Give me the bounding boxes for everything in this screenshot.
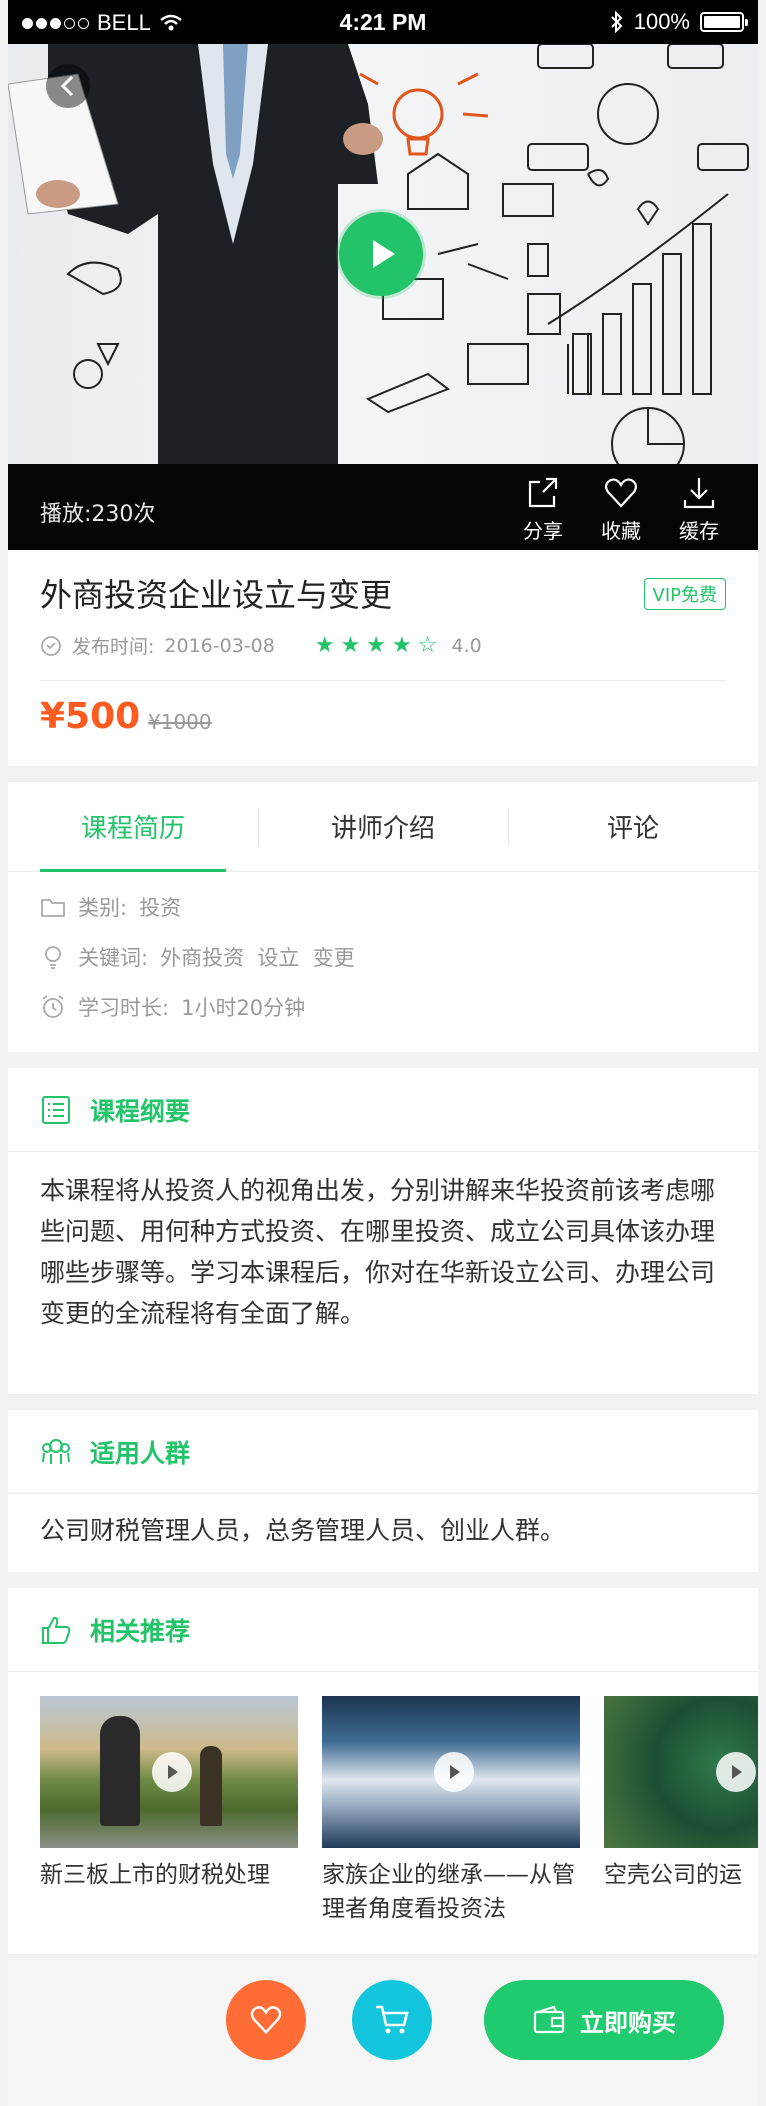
category-label: 类别: xyxy=(78,896,128,920)
video-info-bar: 播放:230次 分享 收藏 缓存 xyxy=(8,464,758,550)
recommend-section: 相关推荐 新三板上市的财税处理 家族企业的继承——从管理者角度看投资法 空壳公司… xyxy=(8,1588,758,1954)
play-icon xyxy=(716,1752,756,1792)
original-price: ¥1000 xyxy=(148,710,212,734)
recommend-item-title: 新三板上市的财税处理 xyxy=(40,1862,270,1888)
wallet-icon xyxy=(533,2005,565,2034)
course-detail-page: BELL 4:21 PM 100% 播放:230次 分享 收藏 缓存 外商投资企… xyxy=(8,0,758,2106)
heart-icon xyxy=(604,478,638,508)
star-icon: ★ xyxy=(392,632,412,658)
status-bar: BELL 4:21 PM 100% xyxy=(8,0,758,44)
recommend-header: 相关推荐 xyxy=(8,1588,758,1672)
outline-title: 课程纲要 xyxy=(90,1096,191,1126)
divider xyxy=(40,680,726,681)
recommend-item[interactable]: 家族企业的继承——从管理者角度看投资法 xyxy=(322,1696,580,1926)
cart-icon xyxy=(376,2005,409,2034)
duration-value: 1小时20分钟 xyxy=(181,996,306,1020)
recommend-item[interactable]: 空壳公司的运 xyxy=(604,1696,758,1926)
star-icon: ★ xyxy=(366,632,387,658)
battery-percent: 100% xyxy=(633,9,690,34)
bottom-action-bar: 立即购买 xyxy=(8,1958,758,2106)
bluetooth-icon xyxy=(611,11,623,33)
favorite-label: 收藏 xyxy=(601,519,641,543)
battery-icon xyxy=(700,12,748,32)
share-label: 分享 xyxy=(523,519,563,543)
audience-header: 适用人群 xyxy=(8,1410,758,1494)
audience-text: 公司财税管理人员，总务管理人员、创业人群。 xyxy=(40,1516,566,1545)
list-icon xyxy=(42,1095,70,1124)
share-button[interactable]: 分享 xyxy=(504,472,582,544)
share-icon xyxy=(528,477,558,508)
cart-button[interactable] xyxy=(352,1980,432,2060)
audience-title: 适用人群 xyxy=(90,1438,191,1468)
keywords-value: 外商投资 设立 变更 xyxy=(160,946,355,970)
people-icon xyxy=(42,1438,70,1464)
play-icon xyxy=(152,1752,192,1792)
video-player[interactable] xyxy=(8,44,758,464)
lightbulb-icon xyxy=(45,946,61,969)
folder-icon xyxy=(41,899,65,917)
alarm-clock-icon xyxy=(42,995,64,1018)
keywords-label: 关键词: xyxy=(78,946,149,970)
tab-comments[interactable]: 评论 xyxy=(508,782,758,871)
tab-course-intro[interactable]: 课程简历 xyxy=(8,782,258,872)
recommend-title: 相关推荐 xyxy=(90,1616,191,1646)
info-keywords: 关键词: 外商投资 设立 变更 xyxy=(40,942,355,972)
tab-divider xyxy=(508,808,509,846)
play-icon xyxy=(434,1752,474,1792)
recommend-thumbnail xyxy=(604,1696,758,1848)
publish-date: 2016-03-08 xyxy=(164,634,275,657)
download-icon xyxy=(683,478,715,509)
recommend-list: 新三板上市的财税处理 家族企业的继承——从管理者角度看投资法 空壳公司的运 xyxy=(40,1696,758,1926)
recommend-item[interactable]: 新三板上市的财税处理 xyxy=(40,1696,298,1926)
publish-label: 发布时间: xyxy=(72,636,155,658)
download-button[interactable]: 缓存 xyxy=(660,472,738,544)
favorite-fab-button[interactable] xyxy=(226,1980,306,2060)
download-label: 缓存 xyxy=(679,519,719,543)
course-tabs-panel: 课程简历 讲师介绍 评论 类别: 投资 关键词: 外商投资 设立 变更 学习时长… xyxy=(8,782,758,1052)
tab-divider xyxy=(258,808,259,846)
star-icon: ★ xyxy=(340,632,361,658)
course-title: 外商投资企业设立与变更 xyxy=(40,576,393,614)
recommend-item-title: 家族企业的继承——从管理者角度看投资法 xyxy=(322,1862,575,1922)
tab-teacher[interactable]: 讲师介绍 xyxy=(258,782,508,871)
recommend-thumbnail xyxy=(40,1696,298,1848)
back-button[interactable] xyxy=(46,64,90,108)
status-right: 100% xyxy=(610,9,748,35)
play-count: 播放:230次 xyxy=(40,502,156,527)
duration-label: 学习时长: xyxy=(78,996,170,1020)
course-summary: 外商投资企业设立与变更 VIP免费 发布时间: 2016-03-08 ★ ★ ★… xyxy=(8,550,758,766)
chevron-left-icon xyxy=(60,75,74,97)
video-actions: 分享 收藏 缓存 xyxy=(504,472,738,544)
buy-now-button[interactable]: 立即购买 xyxy=(484,1980,724,2060)
course-meta: 发布时间: 2016-03-08 ★ ★ ★ ★ ☆ 4.0 xyxy=(40,632,482,659)
outline-header: 课程纲要 xyxy=(8,1068,758,1152)
favorite-button[interactable]: 收藏 xyxy=(582,472,660,544)
info-category: 类别: 投资 xyxy=(40,892,181,922)
play-button[interactable] xyxy=(339,212,423,296)
info-duration: 学习时长: 1小时20分钟 xyxy=(40,992,305,1022)
clock-icon xyxy=(41,635,61,656)
rating-value: 4.0 xyxy=(451,634,482,657)
play-icon xyxy=(373,240,395,268)
rating-stars: ★ ★ ★ ★ ☆ 4.0 xyxy=(314,632,482,658)
price: ¥500 xyxy=(40,696,141,737)
star-icon: ★ xyxy=(314,632,335,658)
vip-badge: VIP免费 xyxy=(643,578,726,610)
buy-now-label: 立即购买 xyxy=(580,2008,676,2037)
star-outline-icon: ☆ xyxy=(417,632,438,658)
recommend-item-title: 空壳公司的运 xyxy=(604,1862,742,1888)
outline-section: 课程纲要 本课程将从投资人的视角出发，分别讲解来华投资前该考虑哪些问题、用何种方… xyxy=(8,1068,758,1394)
recommend-thumbnail xyxy=(322,1696,580,1848)
thumbs-up-icon xyxy=(42,1616,71,1644)
heart-icon xyxy=(250,2006,282,2035)
outline-text: 本课程将从投资人的视角出发，分别讲解来华投资前该考虑哪些问题、用何种方式投资、在… xyxy=(40,1176,716,1328)
tab-bar: 课程简历 讲师介绍 评论 xyxy=(8,782,758,872)
audience-section: 适用人群 公司财税管理人员，总务管理人员、创业人群。 xyxy=(8,1410,758,1572)
category-value: 投资 xyxy=(139,896,182,920)
